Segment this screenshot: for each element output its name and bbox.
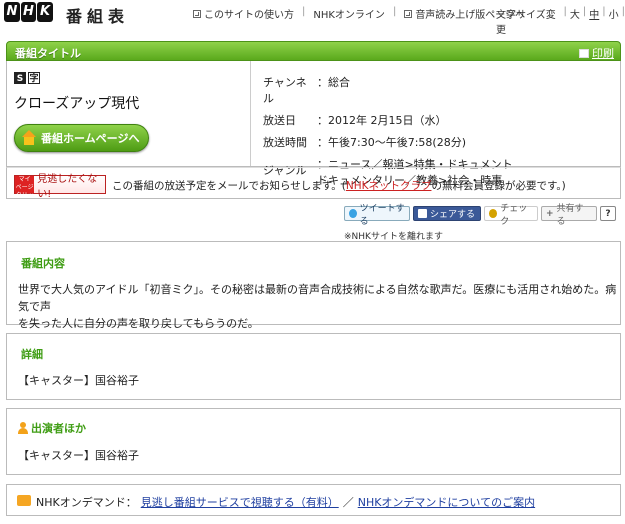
logo-letter: N: [4, 2, 20, 22]
message-text: この番組の放送予定をメールでお知らせします。(: [112, 180, 346, 192]
logo-letter: K: [37, 2, 53, 22]
channel-row: チャンネル ：総合: [263, 74, 613, 106]
nhk-net-club-link[interactable]: NHKネットクラブ: [346, 180, 432, 192]
print-label: 印刷: [592, 47, 614, 60]
program-homepage-button[interactable]: 番組ホームページへ: [14, 124, 149, 152]
page-header: N H K 番組表 このサイトの使い方 | NHKオンライン | 音声読み上げ版…: [0, 0, 625, 36]
nav-nhk-online[interactable]: NHKオンライン: [313, 6, 385, 21]
stereo-badge: S: [14, 72, 26, 84]
nhk-logo[interactable]: N H K: [4, 2, 53, 22]
divider: |: [302, 6, 306, 17]
nav-label: このサイトの使い方: [204, 10, 294, 21]
section-heading: 詳細: [21, 348, 43, 361]
program-summary: S 字 クローズアップ現代 番組ホームページへ: [7, 61, 251, 166]
site-title: 番組表: [66, 7, 130, 26]
social-buttons: ツイートする シェアする チェック + 共有する ?: [344, 204, 616, 227]
cast-text: 【キャスター】国谷裕子: [18, 449, 139, 462]
nav-how-to-use[interactable]: このサイトの使い方: [193, 6, 294, 21]
button-label: 共有する: [556, 203, 584, 227]
print-button[interactable]: 印刷: [579, 45, 614, 61]
font-size-small[interactable]: 小: [609, 6, 619, 36]
arrow-box-icon: [193, 9, 201, 18]
time-row: 放送時間 ：午後7:30～午後7:58(28分): [263, 134, 613, 150]
section-label: 番組タイトル: [15, 47, 81, 60]
separator: ／: [342, 496, 354, 509]
channel-label: チャンネル: [263, 76, 307, 105]
program-info-panel: S 字 クローズアップ現代 番組ホームページへ チャンネル ：総合 放送日 ：2…: [6, 61, 621, 187]
font-size-label: 文字サイズ変更: [496, 10, 556, 36]
twitter-icon: [349, 209, 357, 218]
time-value: ：午後7:30～午後7:58(28分): [317, 136, 466, 149]
button-label: 見逃したくない!: [37, 173, 98, 200]
logo-letter: H: [21, 2, 36, 22]
divider: |: [392, 6, 397, 17]
top-nav: このサイトの使い方 | NHKオンライン | 音声読み上げ版ページへ: [193, 6, 525, 21]
nav-label: NHKオンライン: [313, 10, 385, 21]
program-title: クローズアップ現代: [14, 96, 140, 112]
printer-icon: [579, 48, 589, 58]
font-size-switcher: 文字サイズ変更 | 大 | 中 | 小 |: [496, 6, 625, 36]
font-size-medium[interactable]: 中: [589, 6, 599, 36]
on-demand-icon: [17, 495, 31, 506]
button-label: シェアする: [430, 210, 476, 220]
divider: |: [582, 6, 587, 17]
font-size-large[interactable]: 大: [570, 6, 580, 36]
arrow-box-icon: [404, 9, 413, 18]
reminder-row: マイ ページ クリップ 見逃したくない! この番組の放送予定をメールでお知らせし…: [6, 167, 621, 207]
mixi-check-button[interactable]: チェック: [484, 204, 538, 227]
on-demand-info-link[interactable]: NHKオンデマンドについてのご案内: [358, 494, 535, 510]
date-value: ：2012年 2月15日（水）: [317, 114, 447, 127]
person-icon: [18, 422, 28, 434]
description-line: 世界で大人気のアイドル「初音ミク」。その秘密は最新の音声合成技術による自然な歌声…: [18, 283, 617, 313]
description-line: を失った人に自分の声を取り戻してもらうのだ。: [18, 317, 259, 330]
on-demand-links: NHKオンデマンド： 見逃し番組サービスで視聴する（有料） ／ NHKオンデマン…: [36, 494, 535, 510]
channel-value: ：総合: [317, 76, 350, 89]
watch-paid-link[interactable]: 見逃し番組サービスで視聴する（有料）: [141, 494, 339, 510]
dont-miss-button[interactable]: マイ ページ クリップ 見逃したくない!: [14, 174, 106, 207]
share-button[interactable]: + 共有する: [541, 204, 597, 227]
program-description: 世界で大人気のアイドル「初音ミク」。その秘密は最新の音声合成技術による自然な歌声…: [18, 281, 620, 332]
plus-icon: +: [546, 208, 554, 219]
detail-section: 詳細 【キャスター】国谷裕子: [6, 333, 621, 400]
divider: |: [621, 6, 625, 17]
home-icon: [21, 130, 37, 146]
divider: |: [602, 6, 606, 17]
tweet-button[interactable]: ツイートする: [344, 204, 410, 227]
my-page-clip-tag: マイ ページ クリップ: [15, 176, 35, 207]
button-label: チェック: [500, 203, 528, 227]
facebook-share-button[interactable]: シェアする: [413, 206, 481, 221]
divider: |: [563, 6, 567, 17]
date-row: 放送日 ：2012年 2月15日（水）: [263, 112, 613, 128]
heading-label: 出演者ほか: [31, 422, 86, 435]
facebook-icon: [418, 209, 427, 218]
mixi-icon: [489, 209, 498, 218]
detail-text: 【キャスター】国谷裕子: [18, 374, 139, 387]
section-heading: 番組内容: [21, 257, 65, 270]
cast-section: 出演者ほか 【キャスター】国谷裕子: [6, 408, 621, 475]
help-button[interactable]: ?: [600, 206, 616, 221]
reminder-message: この番組の放送予定をメールでお知らせします。(NHKネットクラブの無料会員登録が…: [112, 178, 566, 193]
message-text: の無料会員登録が必要です。): [431, 180, 566, 192]
time-label: 放送時間: [263, 136, 307, 149]
section-heading: 出演者ほか: [18, 420, 86, 436]
on-demand-label: NHKオンデマンド：: [36, 496, 137, 509]
date-label: 放送日: [263, 114, 296, 127]
program-title-bar: 番組タイトル 印刷: [6, 41, 621, 61]
subtitle-badge: 字: [28, 72, 40, 84]
button-label: 番組ホームページへ: [41, 132, 140, 145]
program-content-section: 番組内容 世界で大人気のアイドル「初音ミク」。その秘密は最新の音声合成技術による…: [6, 241, 621, 330]
button-label: ツイートする: [359, 203, 405, 227]
on-demand-section: NHKオンデマンド： 見逃し番組サービスで視聴する（有料） ／ NHKオンデマン…: [6, 484, 621, 516]
